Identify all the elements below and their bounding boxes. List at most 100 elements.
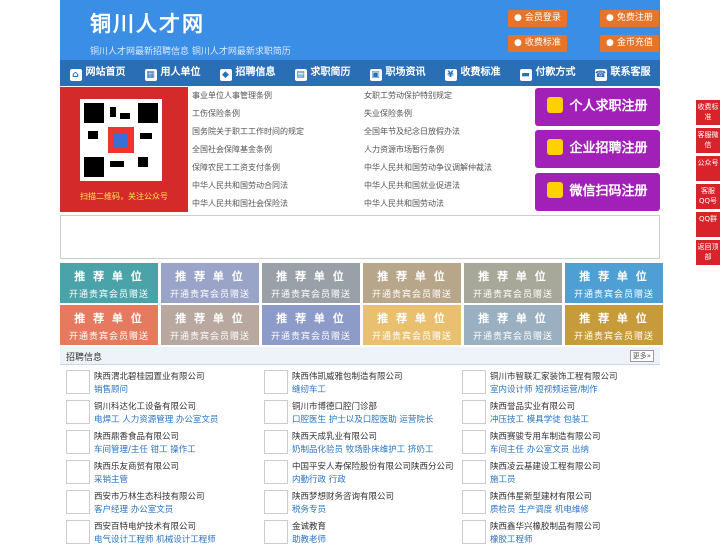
company-logo[interactable] — [264, 520, 288, 544]
side-float-button[interactable]: QQ群 — [696, 212, 720, 237]
law-link[interactable]: 全国年节及纪念日放假办法 — [364, 126, 460, 137]
company-name[interactable]: 中国平安人寿保险股份有限公司陕西分公司 — [292, 460, 454, 472]
job-listing[interactable]: 陕西誉品实业有限公司 冲压技工 模具学徒 包装工 — [458, 398, 648, 426]
law-link[interactable]: 中华人民共和国劳动法 — [364, 198, 444, 209]
law-link[interactable]: 中华人民共和国社会保险法 — [192, 198, 288, 209]
job-positions[interactable]: 车间主任 办公室文员 出纳 — [490, 443, 589, 455]
company-name[interactable]: 陕西乐友商贸有限公司 — [94, 460, 179, 472]
job-listing[interactable]: 陕西天成乳业有限公司 奶制品化验员 牧场卧床维护工 挤奶工 — [260, 428, 450, 456]
job-positions[interactable]: 冲压技工 模具学徒 包装工 — [490, 413, 589, 425]
more-jobs-link[interactable]: 更多» — [629, 350, 654, 362]
company-name[interactable]: 陕西鑫华兴橡胶制品有限公司 — [490, 520, 601, 532]
job-listing[interactable]: 铜川市智联汇家装饰工程有限公司 室内设计师 短视频运营/制作 — [458, 368, 648, 396]
job-positions[interactable]: 税务专员 — [292, 503, 326, 515]
company-logo[interactable] — [462, 400, 486, 424]
job-listing[interactable]: 陕西鼎香食品有限公司 车间管理/主任 钳工 操作工 — [62, 428, 252, 456]
company-register-button[interactable]: 企业招聘注册 — [535, 130, 660, 168]
free-register-button[interactable]: ● 免费注册 — [600, 10, 659, 27]
side-float-button[interactable]: 公众号 — [696, 156, 720, 181]
job-listing[interactable]: 陕西伟星新型建材有限公司 质检员 生产调度 机电维修 — [458, 488, 648, 516]
recommend-unit-tile[interactable]: 推 荐 单 位开通贵宾会员赠送 — [363, 263, 461, 303]
law-link[interactable]: 国务院关于职工工作时间的规定 — [192, 126, 304, 137]
company-logo[interactable] — [462, 490, 486, 514]
company-name[interactable]: 金诚教育 — [292, 520, 326, 532]
job-positions[interactable]: 内勤行政 行政 — [292, 473, 346, 485]
law-link[interactable]: 全国社会保障基金条例 — [192, 144, 272, 155]
company-logo[interactable] — [66, 370, 90, 394]
recommend-unit-tile[interactable]: 推 荐 单 位开通贵宾会员赠送 — [565, 263, 663, 303]
law-link[interactable]: 保障农民工工资支付条例 — [192, 162, 280, 173]
job-listing[interactable]: 陕西渭北碧桂园置业有限公司 销售顾问 — [62, 368, 252, 396]
job-listing[interactable]: 陕西赛骏专用车制造有限公司 车间主任 办公室文员 出纳 — [458, 428, 648, 456]
law-link[interactable]: 失业保险条例 — [364, 108, 412, 119]
job-positions[interactable]: 销售顾问 — [94, 383, 128, 395]
law-link[interactable]: 中华人民共和国就业促进法 — [364, 180, 460, 191]
job-positions[interactable]: 助教老师 — [292, 533, 326, 545]
law-link[interactable]: 中华人民共和国劳动争议调解仲裁法 — [364, 162, 492, 173]
company-name[interactable]: 陕西凌云基建设工程有限公司 — [490, 460, 601, 472]
job-listing[interactable]: 陕西伟凯威雅包制造有限公司 缝纫车工 — [260, 368, 450, 396]
recommend-unit-tile[interactable]: 推 荐 单 位开通贵宾会员赠送 — [161, 305, 259, 345]
recommend-unit-tile[interactable]: 推 荐 单 位开通贵宾会员赠送 — [161, 263, 259, 303]
job-positions[interactable]: 客户经理 办公室文员 — [94, 503, 173, 515]
nav-employers[interactable]: ▦ 用人单位 — [135, 60, 210, 86]
job-listing[interactable]: 金诚教育 助教老师 — [260, 518, 450, 546]
job-positions[interactable]: 室内设计师 短视频运营/制作 — [490, 383, 598, 395]
recommend-unit-tile[interactable]: 推 荐 单 位开通贵宾会员赠送 — [464, 305, 562, 345]
side-float-button[interactable]: 客服微信 — [696, 128, 720, 153]
job-positions[interactable]: 奶制品化验员 牧场卧床维护工 挤奶工 — [292, 443, 433, 455]
job-listing[interactable]: 陕西梦想财务咨询有限公司 税务专员 — [260, 488, 450, 516]
recommend-unit-tile[interactable]: 推 荐 单 位开通贵宾会员赠送 — [262, 305, 360, 345]
recharge-button[interactable]: ● 金币充值 — [600, 35, 659, 52]
side-float-button[interactable]: 收费标准 — [696, 100, 720, 125]
wechat-register-button[interactable]: 微信扫码注册 — [535, 173, 660, 211]
nav-contact[interactable]: ☎ 联系客服 — [585, 60, 660, 86]
company-name[interactable]: 陕西鼎香食品有限公司 — [94, 430, 179, 442]
company-name[interactable]: 陕西梦想财务咨询有限公司 — [292, 490, 394, 502]
law-link[interactable]: 女职工劳动保护特别规定 — [364, 90, 452, 101]
company-logo[interactable] — [264, 430, 288, 454]
ad-banner[interactable] — [60, 215, 660, 259]
company-name[interactable]: 陕西伟星新型建材有限公司 — [490, 490, 592, 502]
site-logo[interactable]: 铜川人才网 — [90, 8, 205, 38]
law-link[interactable]: 中华人民共和国劳动合同法 — [192, 180, 288, 191]
job-positions[interactable]: 质检员 生产调度 机电维修 — [490, 503, 589, 515]
company-logo[interactable] — [66, 460, 90, 484]
company-logo[interactable] — [462, 430, 486, 454]
recommend-unit-tile[interactable]: 推 荐 单 位开通贵宾会员赠送 — [262, 263, 360, 303]
job-positions[interactable]: 橡胶工程师 — [490, 533, 533, 545]
side-float-button[interactable]: 客服QQ号 — [696, 184, 720, 209]
job-positions[interactable]: 采销主管 — [94, 473, 128, 485]
job-listing[interactable]: 铜川科达化工设备有限公司 电焊工 人力资源管理 办公室文员 — [62, 398, 252, 426]
recommend-unit-tile[interactable]: 推 荐 单 位开通贵宾会员赠送 — [464, 263, 562, 303]
job-positions[interactable]: 施工员 — [490, 473, 516, 485]
recommend-unit-tile[interactable]: 推 荐 单 位开通贵宾会员赠送 — [60, 305, 158, 345]
company-name[interactable]: 铜川市博德口腔门诊部 — [292, 400, 377, 412]
company-name[interactable]: 陕西誉品实业有限公司 — [490, 400, 575, 412]
law-link[interactable]: 工伤保险条例 — [192, 108, 240, 119]
job-listing[interactable]: 陕西鑫华兴橡胶制品有限公司 橡胶工程师 — [458, 518, 648, 546]
company-logo[interactable] — [264, 370, 288, 394]
company-logo[interactable] — [66, 430, 90, 454]
law-link[interactable]: 事业单位人事管理条例 — [192, 90, 272, 101]
company-logo[interactable] — [462, 460, 486, 484]
recommend-unit-tile[interactable]: 推 荐 单 位开通贵宾会员赠送 — [565, 305, 663, 345]
company-name[interactable]: 陕西赛骏专用车制造有限公司 — [490, 430, 601, 442]
nav-payment[interactable]: ▬ 付款方式 — [510, 60, 585, 86]
job-positions[interactable]: 电焊工 人力资源管理 办公室文员 — [94, 413, 218, 425]
job-positions[interactable]: 缝纫车工 — [292, 383, 326, 395]
nav-jobs[interactable]: ◆ 招聘信息 — [210, 60, 285, 86]
company-logo[interactable] — [264, 460, 288, 484]
recommend-unit-tile[interactable]: 推 荐 单 位开通贵宾会员赠送 — [363, 305, 461, 345]
company-logo[interactable] — [462, 370, 486, 394]
pricing-button[interactable]: ● 收费标准 — [508, 35, 567, 52]
company-name[interactable]: 铜川市智联汇家装饰工程有限公司 — [490, 370, 618, 382]
personal-register-button[interactable]: 个人求职注册 — [535, 88, 660, 126]
recommend-unit-tile[interactable]: 推 荐 单 位开通贵宾会员赠送 — [60, 263, 158, 303]
nav-pricing[interactable]: ¥ 收费标准 — [435, 60, 510, 86]
nav-news[interactable]: ▣ 职场资讯 — [360, 60, 435, 86]
company-logo[interactable] — [66, 400, 90, 424]
company-name[interactable]: 铜川科达化工设备有限公司 — [94, 400, 196, 412]
company-name[interactable]: 陕西渭北碧桂园置业有限公司 — [94, 370, 205, 382]
job-listing[interactable]: 铜川市博德口腔门诊部 口腔医生 护士以及口腔医助 运营院长 — [260, 398, 450, 426]
